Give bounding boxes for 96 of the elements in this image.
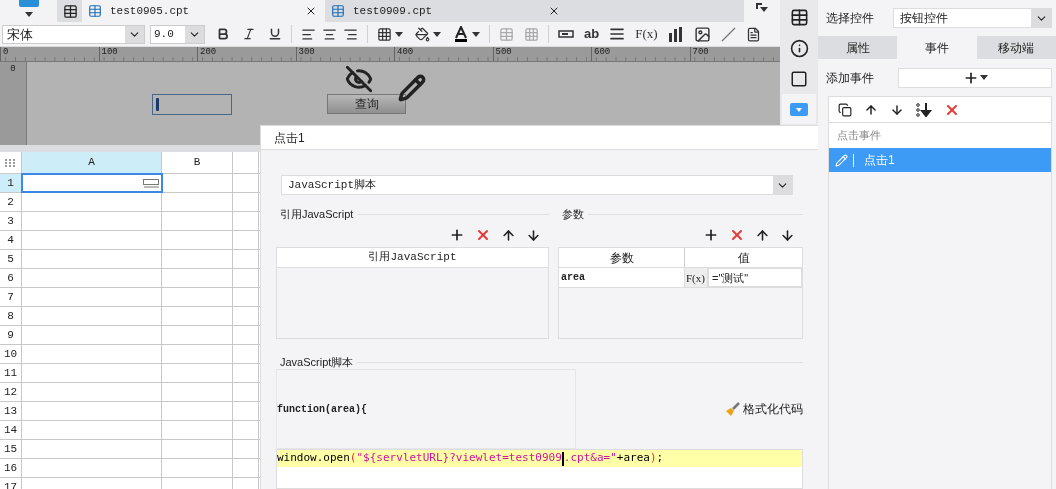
table-icon <box>499 26 514 42</box>
section-title: 参数 <box>561 206 585 222</box>
value-field[interactable]: ="测试" <box>708 268 802 287</box>
section-title: JavaScript脚本 <box>279 354 355 370</box>
paint-bucket-icon <box>415 26 430 42</box>
edit-icon[interactable] <box>398 74 426 102</box>
italic-icon <box>242 27 256 41</box>
hidden-icon[interactable] <box>345 65 373 93</box>
info-icon <box>789 38 809 58</box>
table-icon <box>789 7 809 27</box>
type-select[interactable]: JavaScript脚本 <box>281 175 793 195</box>
move-up-icon[interactable] <box>501 227 516 243</box>
control-value: 按钮控件 <box>899 10 949 27</box>
file-tab[interactable]: test0905.cpt <box>82 0 325 22</box>
text-field-icon <box>558 30 574 38</box>
border-icon <box>377 26 392 42</box>
column-header[interactable]: A <box>22 152 162 173</box>
column-heading: 值 <box>736 250 751 267</box>
formula-button[interactable]: F(x) <box>632 23 661 45</box>
dialog-title: 点击1 <box>274 129 305 147</box>
table-icon <box>62 3 78 19</box>
field-label: 选择控件 <box>826 10 875 27</box>
column-heading: 引用JavaScript <box>368 250 457 266</box>
caret-icon <box>472 31 480 37</box>
align-center-icon <box>322 26 337 42</box>
align-right-icon <box>343 26 358 42</box>
label-button[interactable]: ab <box>581 23 603 45</box>
caret-icon <box>395 31 403 37</box>
move-down-icon[interactable] <box>890 102 904 117</box>
document-icon <box>745 26 761 42</box>
delete-icon[interactable] <box>475 227 491 243</box>
move-bottom-icon[interactable] <box>916 102 932 117</box>
button-widget-icon <box>143 178 159 188</box>
text-input-widget[interactable] <box>152 94 232 115</box>
column-heading: 参数 <box>559 248 685 267</box>
broom-icon <box>725 401 740 417</box>
query-button-widget[interactable]: 查询 <box>327 94 406 114</box>
section-title: 引用JavaScript <box>279 206 355 222</box>
move-up-icon[interactable] <box>864 102 878 117</box>
control-select[interactable]: 按钮控件 <box>893 8 1052 28</box>
delete-icon[interactable] <box>729 227 745 243</box>
select-all-icon[interactable] <box>5 158 16 167</box>
caret-icon <box>979 75 988 80</box>
code-line: function(area){ <box>277 402 367 417</box>
close-icon[interactable] <box>305 5 317 17</box>
ruler-label: 300 <box>297 47 316 57</box>
move-down-icon[interactable] <box>780 227 795 243</box>
event-label: 点击1 <box>863 152 895 169</box>
caret-icon <box>433 31 441 37</box>
formula-button[interactable]: F(x) <box>685 268 708 287</box>
align-left-icon <box>301 26 316 42</box>
bar-chart-icon <box>667 26 684 42</box>
move-down-icon[interactable] <box>526 227 541 243</box>
font-color-icon <box>453 26 469 42</box>
text-cursor <box>156 98 159 111</box>
ruler-label: 400 <box>396 47 415 57</box>
dropdown-icon <box>790 102 808 116</box>
report-file-icon <box>88 4 102 18</box>
field-label: 添加事件 <box>826 69 875 87</box>
ruler-label: 700 <box>691 47 710 57</box>
ruler-label: 500 <box>494 47 513 57</box>
tab-label: test0909.cpt <box>353 3 434 19</box>
list-group-header: 点击事件 <box>837 128 881 144</box>
panel-tab[interactable]: 属性 <box>818 36 898 59</box>
lines-icon <box>609 26 626 42</box>
copy-icon[interactable] <box>838 102 852 117</box>
square-icon <box>790 70 808 88</box>
size-value: 9.0 <box>153 26 175 42</box>
app-logo[interactable] <box>18 0 39 7</box>
edit-icon <box>834 153 848 167</box>
ruler-label: 200 <box>199 47 218 57</box>
font-value: 宋体 <box>6 25 34 43</box>
add-icon[interactable] <box>449 227 465 243</box>
move-up-icon[interactable] <box>755 227 770 243</box>
image-icon <box>693 25 711 43</box>
ruler-label: 0 <box>10 64 16 74</box>
line-icon <box>720 26 736 42</box>
report-file-icon <box>331 4 345 18</box>
code-editor[interactable]: window.open("${servletURL}?viewlet=test0909 .cpt&a="+area); <box>276 449 803 489</box>
tab-label: test0905.cpt <box>110 3 191 19</box>
panel-tab[interactable]: 移动端 <box>976 36 1056 59</box>
add-icon[interactable] <box>703 227 719 243</box>
tab-list-icon[interactable] <box>756 3 768 13</box>
close-icon[interactable] <box>548 5 560 17</box>
size-select[interactable]: 9.0 <box>150 24 205 44</box>
row-header[interactable]: 1 <box>0 174 22 192</box>
grid-icon <box>524 26 539 42</box>
ruler-label: 100 <box>100 47 119 57</box>
font-select[interactable]: 宋体 <box>2 24 145 44</box>
ruler-label: 0 <box>2 47 10 57</box>
menu-caret-icon <box>24 12 33 17</box>
underline-icon <box>268 27 282 41</box>
bold-icon <box>216 27 230 41</box>
ruler-label: 600 <box>593 47 612 57</box>
type-value: JavaScript脚本 <box>287 178 377 193</box>
format-code-button[interactable]: 格式化代码 <box>725 400 803 418</box>
